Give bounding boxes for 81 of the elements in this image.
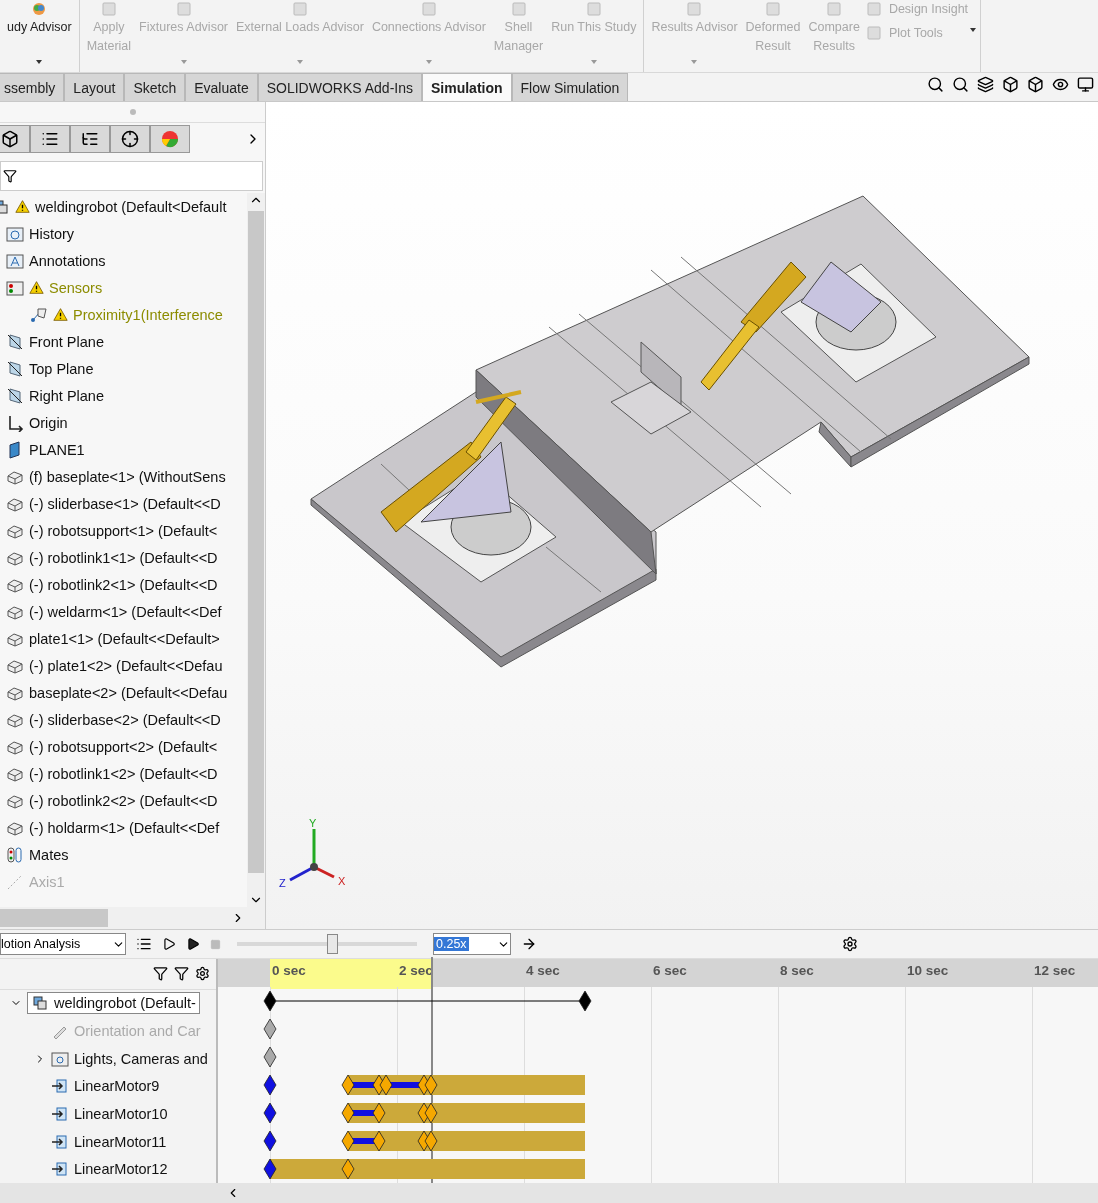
command-tab[interactable]: ssembly [0, 73, 65, 101]
filter-icon [3, 169, 17, 183]
tree-item[interactable]: baseplate<2> (Default<<Defau [29, 684, 228, 701]
play-icon[interactable] [186, 937, 200, 951]
list-icon [41, 130, 59, 148]
ribbon-button[interactable]: udy Advisor [7, 18, 72, 37]
scrollbar[interactable] [247, 193, 265, 907]
time-label: 2 sec [399, 963, 433, 978]
speed-dropdown[interactable]: 0.25x [433, 933, 511, 955]
tree-item[interactable]: Top Plane [29, 360, 94, 377]
tree-item[interactable]: Front Plane [29, 333, 104, 350]
command-tab[interactable]: Flow Simulation [511, 73, 629, 101]
time-label: 4 sec [526, 963, 560, 978]
color-wheel-icon [161, 130, 179, 148]
command-tab[interactable]: Evaluate [185, 73, 258, 101]
filter-field[interactable] [0, 161, 263, 191]
axis-triad-icon [289, 829, 335, 882]
tree-item[interactable]: PLANE1 [29, 441, 85, 458]
tree-item[interactable]: Annotations [29, 252, 106, 269]
tree-item[interactable]: Mates [29, 846, 69, 863]
caret-icon[interactable] [970, 28, 977, 32]
tree-item[interactable]: plate1<1> (Default<<Default> [29, 630, 220, 647]
playback-slider-thumb[interactable] [326, 934, 338, 954]
play-from-start-icon[interactable] [162, 937, 176, 951]
motion-tree-item[interactable]: LinearMotor9 [74, 1078, 160, 1095]
time-label: 8 sec [780, 963, 814, 978]
settings-icon[interactable] [195, 966, 210, 982]
tree-item[interactable]: (-) robotlink1<1> (Default<<D [29, 549, 218, 566]
command-tab[interactable]: Layout [64, 73, 125, 101]
command-tab[interactable]: SOLIDWORKS Add-Ins [257, 73, 422, 101]
tree-item[interactable]: Origin [29, 414, 68, 431]
time-label: 6 sec [653, 963, 687, 978]
motion-tree-item[interactable]: LinearMotor11 [74, 1133, 167, 1150]
view-settings-icon[interactable] [1077, 76, 1094, 93]
time-label: 10 sec [907, 963, 949, 978]
motion-tree-item[interactable]: LinearMotor12 [74, 1161, 168, 1178]
zoom-icon[interactable] [927, 76, 944, 93]
display-style-icon[interactable] [1027, 76, 1044, 93]
property-tab[interactable] [30, 125, 70, 153]
axis-label: Y [309, 817, 317, 829]
feature-tree-tab[interactable] [0, 125, 30, 153]
scrollbar[interactable] [0, 1183, 1098, 1203]
configuration-tab[interactable] [70, 125, 110, 153]
command-tab[interactable]: Sketch [124, 73, 186, 101]
caret-icon[interactable] [36, 60, 43, 64]
tree-item[interactable]: (-) sliderbase<1> (Default<<D [29, 495, 221, 512]
tree-item[interactable]: weldingrobot (Default<Default [35, 198, 227, 215]
crosshair-icon [121, 130, 139, 148]
tree-item[interactable]: (-) weldarm<1> (Default<<Def [29, 603, 222, 620]
time-label: 12 sec [1034, 963, 1076, 978]
axis-label: X [338, 875, 346, 887]
study-type-dropdown[interactable]: lotion Analysis [0, 933, 126, 955]
tree-item[interactable]: (-) robotsupport<2> (Default< [29, 738, 218, 755]
tree-item[interactable]: (-) robotlink1<2> (Default<<D [29, 765, 218, 782]
filter-icon[interactable] [174, 966, 189, 982]
splitter-handle[interactable] [129, 109, 136, 115]
axis-label: Z [279, 877, 286, 889]
tree-item[interactable]: (-) robotlink2<1> (Default<<D [29, 576, 218, 593]
tree-item[interactable]: (-) robotsupport<1> (Default< [29, 522, 218, 539]
tree-item[interactable]: (-) robotlink2<2> (Default<<D [29, 792, 218, 809]
view-orientation-icon[interactable] [1002, 76, 1019, 93]
tree-icon [81, 130, 99, 148]
motion-tree-item[interactable]: Lights, Cameras and [74, 1050, 208, 1067]
scrollbar[interactable] [0, 907, 265, 929]
filter-icon[interactable] [153, 966, 168, 982]
cube-icon [1, 130, 19, 148]
motion-tree-item[interactable]: LinearMotor10 [74, 1105, 168, 1122]
time-label: 0 sec [272, 963, 306, 978]
zoom-area-icon[interactable] [952, 76, 969, 93]
hide-show-icon[interactable] [1052, 76, 1069, 93]
playback-mode-icon[interactable] [521, 936, 537, 952]
tree-item[interactable]: (-) holdarm<1> (Default<<Def [29, 819, 220, 836]
tree-item[interactable]: (f) baseplate<1> (WithoutSens [29, 468, 226, 485]
time-ruler[interactable]: 0 sec 2 sec 4 sec 6 sec 8 sec 10 sec 12 sec [218, 959, 1098, 987]
tree-item[interactable]: (-) sliderbase<2> (Default<<D [29, 711, 221, 728]
tree-item[interactable]: Right Plane [29, 387, 104, 404]
tree-item[interactable]: (-) plate1<2> (Default<<Defau [29, 657, 223, 674]
tree-item[interactable]: History [29, 225, 75, 242]
dimxpert-tab[interactable] [110, 125, 150, 153]
command-tab[interactable]: Simulation [422, 73, 512, 101]
settings-icon[interactable] [842, 936, 858, 952]
